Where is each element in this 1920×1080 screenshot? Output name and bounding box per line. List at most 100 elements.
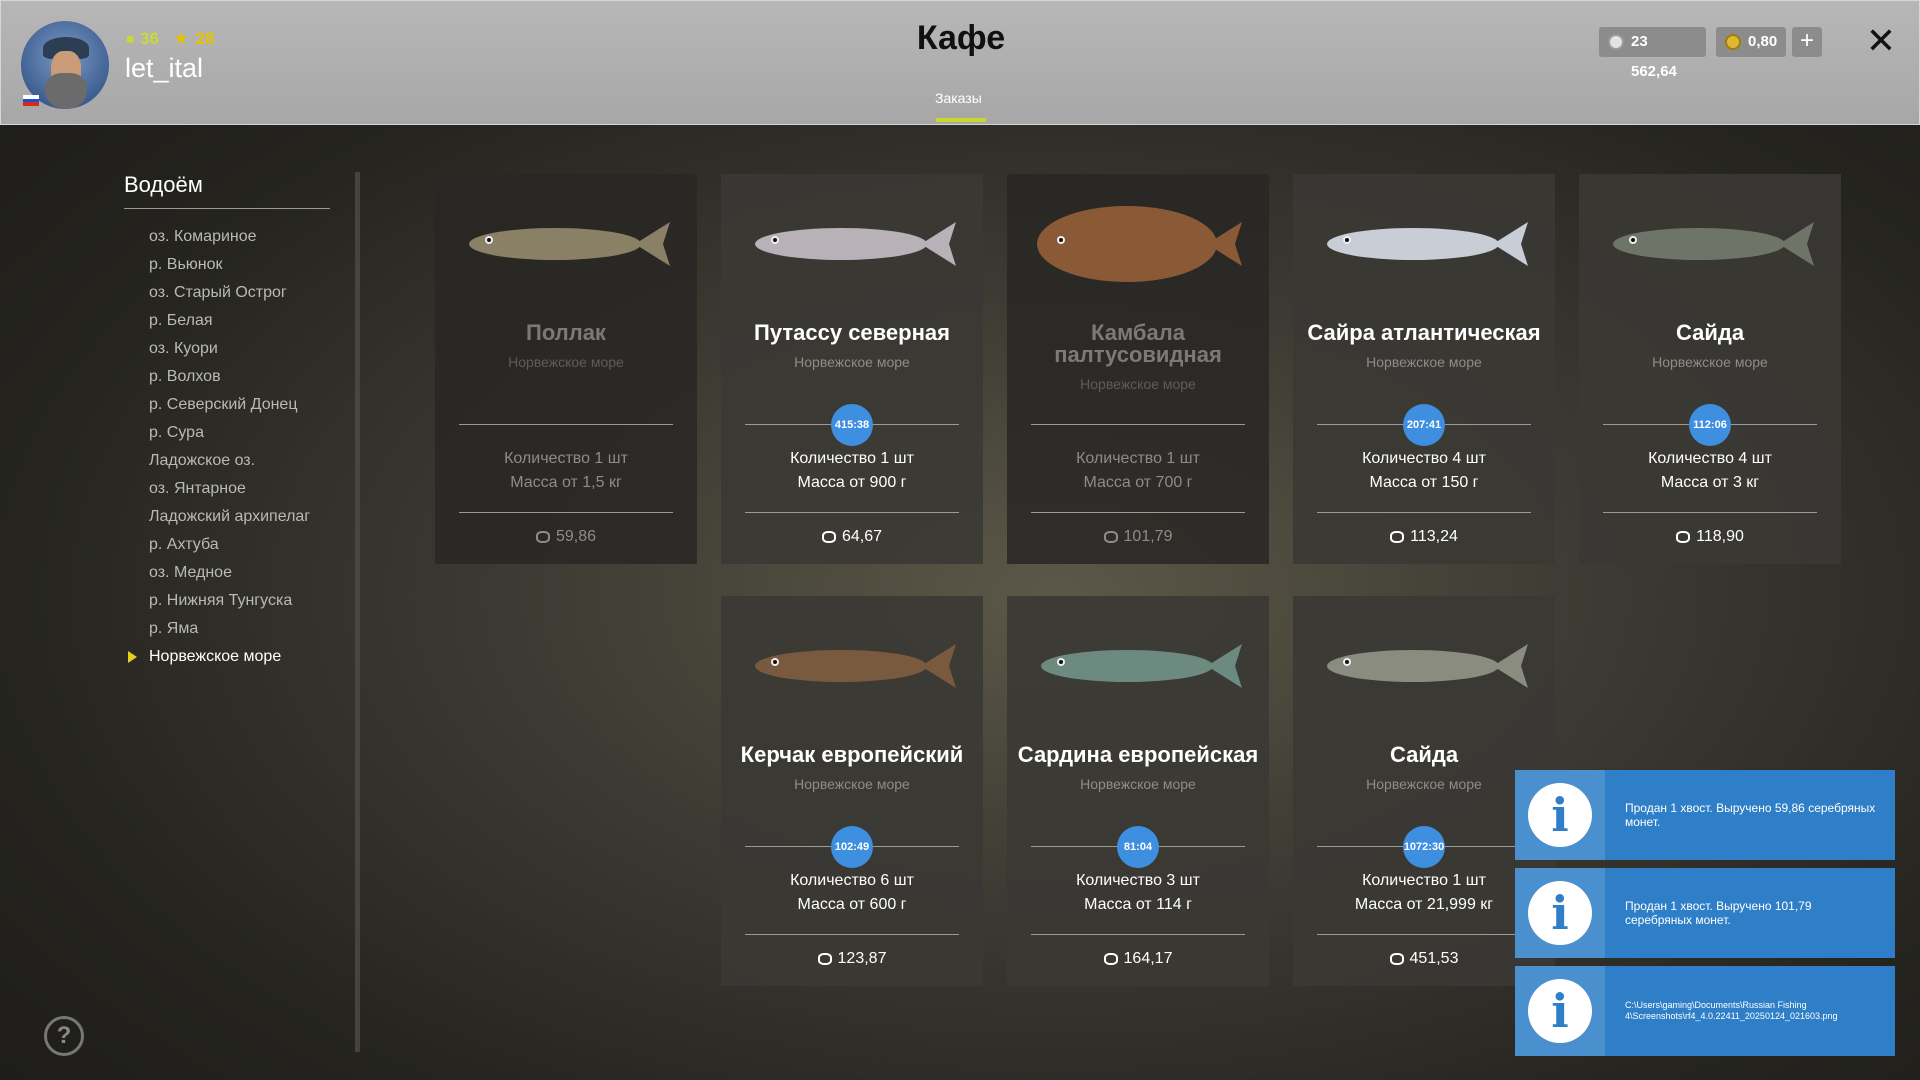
fish-name: Сардина европейская xyxy=(1017,742,1259,767)
order-quantity: Количество 3 шт xyxy=(1076,872,1200,889)
fish-name: Сайда xyxy=(1675,320,1745,345)
order-card[interactable]: Сайда Норвежское море 112:06 Количество 4 ш… xyxy=(1579,174,1841,564)
fish-image xyxy=(1037,206,1242,282)
sidebar-item[interactable]: р. Северский Донец xyxy=(124,391,330,419)
fish-image xyxy=(755,644,956,688)
sidebar-item[interactable]: р. Ахтуба xyxy=(124,531,330,559)
fish-image xyxy=(469,222,670,266)
water-body-list: оз. Комариное р. Вьюнок оз. Старый Острог р… xyxy=(124,223,330,671)
order-timer: 112:06 xyxy=(1689,404,1731,446)
sidebar-item[interactable]: оз. Янтарное xyxy=(124,475,330,503)
order-mass: Масса от 150 г xyxy=(1369,474,1479,491)
order-quantity: Количество 1 шт xyxy=(504,450,628,467)
notification-text: C:\Users\gaming\Documents\Russian Fishin… xyxy=(1625,1000,1838,1021)
order-timer: 207:41 xyxy=(1403,404,1445,446)
divider xyxy=(745,512,959,513)
order-card[interactable]: Поллак Норвежское море Количество 1 шт Масс… xyxy=(435,174,697,564)
sidebar-item[interactable]: Норвежское море xyxy=(124,643,330,671)
fish-name: Поллак xyxy=(526,320,606,345)
order-price: 118,90 xyxy=(1579,528,1841,546)
sidebar-item[interactable]: Ладожское оз. xyxy=(124,447,330,475)
fish-name: Путассу северная xyxy=(754,320,950,345)
order-mass: Масса от 114 г xyxy=(1084,896,1192,913)
order-quantity: Количество 1 шт xyxy=(1076,450,1200,467)
sidebar-divider xyxy=(355,172,360,1052)
order-price: 113,24 xyxy=(1293,528,1555,546)
notification-text: Продан 1 хвост. Выручено 101,79 серебрян… xyxy=(1625,899,1812,927)
divider xyxy=(1031,934,1245,935)
notification-toast[interactable]: i C:\Users\gaming\Documents\Russian Fishi… xyxy=(1515,966,1895,1056)
divider xyxy=(1317,934,1531,935)
silver-coin-icon xyxy=(1390,531,1405,543)
help-button[interactable]: ? xyxy=(44,1016,84,1056)
sidebar-item[interactable]: оз. Старый Острог xyxy=(124,279,330,307)
fish-image xyxy=(1327,222,1528,266)
silver-coin-icon xyxy=(817,953,832,965)
order-timer: 1072:30 xyxy=(1403,826,1445,868)
order-quantity: Количество 1 шт xyxy=(790,450,914,467)
tab-orders[interactable]: Заказы xyxy=(935,90,982,106)
order-mass: Масса от 3 кг xyxy=(1660,474,1760,491)
divider xyxy=(1031,512,1245,513)
silver-coin-icon xyxy=(1389,953,1404,965)
silver-coin-icon xyxy=(535,531,550,543)
add-currency-button[interactable]: + xyxy=(1792,27,1822,57)
silver-coin-icon xyxy=(1103,531,1118,543)
fish-name: Сайда xyxy=(1389,742,1459,767)
order-card[interactable]: Керчак европейский Норвежское море 102:49 К… xyxy=(721,596,983,986)
divider xyxy=(1603,512,1817,513)
sidebar-item[interactable]: р. Яма xyxy=(124,615,330,643)
order-card[interactable]: Камбала палтусовидная Норвежское море Коли… xyxy=(1007,174,1269,564)
order-price: 123,87 xyxy=(721,950,983,968)
fish-location: Норвежское море xyxy=(1652,354,1768,370)
silver-coin-icon xyxy=(1103,953,1118,965)
fish-location: Норвежское море xyxy=(1080,376,1196,392)
sidebar-item[interactable]: оз. Медное xyxy=(124,559,330,587)
gold-balance: 0,80 xyxy=(1716,27,1786,57)
sidebar-item[interactable]: оз. Куори xyxy=(124,335,330,363)
order-card[interactable]: Сайра атлантическая Норвежское море 207:41… xyxy=(1293,174,1555,564)
fish-location: Норвежское море xyxy=(794,354,910,370)
silver-balance: 23 562,64 xyxy=(1599,27,1706,80)
order-quantity: Количество 4 шт xyxy=(1362,450,1486,467)
fish-location: Норвежское море xyxy=(1080,776,1196,792)
fish-location: Норвежское море xyxy=(1366,776,1482,792)
order-mass: Масса от 700 г xyxy=(1083,474,1193,491)
order-price: 59,86 xyxy=(435,528,697,546)
fish-image xyxy=(1041,644,1242,688)
notification-toast[interactable]: i Продан 1 хвост. Выручено 59,86 серебрян… xyxy=(1515,770,1895,860)
notification-toast[interactable]: i Продан 1 хвост. Выручено 101,79 серебря… xyxy=(1515,868,1895,958)
order-timer: 81:04 xyxy=(1117,826,1159,868)
tab-active-indicator xyxy=(936,118,986,122)
info-icon: i xyxy=(1515,770,1605,860)
fish-location: Норвежское море xyxy=(794,776,910,792)
divider xyxy=(1317,512,1531,513)
order-mass: Масса от 600 г xyxy=(797,896,907,913)
divider xyxy=(459,424,673,425)
silver-coin-icon xyxy=(1676,531,1691,543)
divider xyxy=(745,934,959,935)
order-card[interactable]: Сардина европейская Норвежское море 81:04 К… xyxy=(1007,596,1269,986)
sidebar-item[interactable]: р. Сура xyxy=(124,419,330,447)
sidebar-item[interactable]: оз. Комариное xyxy=(124,223,330,251)
sidebar-item[interactable]: р. Нижняя Тунгуска xyxy=(124,587,330,615)
info-icon: i xyxy=(1515,868,1605,958)
sidebar-item[interactable]: Ладожский архипелаг xyxy=(124,503,330,531)
order-price: 64,67 xyxy=(721,528,983,546)
sidebar-item[interactable]: р. Белая xyxy=(124,307,330,335)
fish-location: Норвежское море xyxy=(508,354,624,370)
sidebar-item[interactable]: р. Волхов xyxy=(124,363,330,391)
order-timer: 415:38 xyxy=(831,404,873,446)
close-button[interactable]: ✕ xyxy=(1863,21,1899,61)
water-body-sidebar: Водоём оз. Комариное р. Вьюнок оз. Старый … xyxy=(124,172,330,671)
order-price: 101,79 xyxy=(1007,528,1269,546)
sidebar-item[interactable]: р. Вьюнок xyxy=(124,251,330,279)
order-mass: Масса от 1,5 кг xyxy=(510,474,622,491)
fish-image xyxy=(1613,222,1814,266)
russia-flag-icon xyxy=(23,95,39,106)
order-quantity: Количество 4 шт xyxy=(1648,450,1772,467)
fish-name: Камбала палтусовидная xyxy=(1054,320,1222,367)
order-card[interactable]: Путассу северная Норвежское море 415:38 Кол… xyxy=(721,174,983,564)
order-quantity: Количество 6 шт xyxy=(790,872,914,889)
order-price: 164,17 xyxy=(1007,950,1269,968)
